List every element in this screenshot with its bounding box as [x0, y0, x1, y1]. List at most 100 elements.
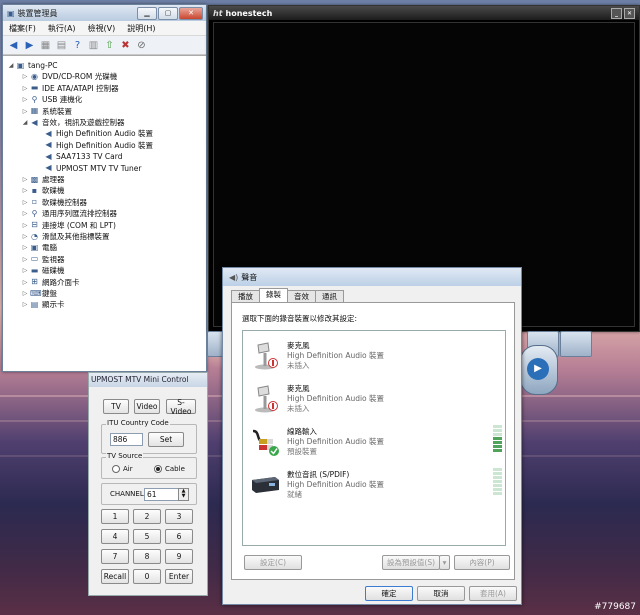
minimize-button[interactable]: ▁ — [137, 7, 157, 20]
set-default-button[interactable]: 設為預設值(S) — [382, 555, 440, 570]
recording-device-item[interactable]: 麥克風 High Definition Audio 裝置 未插入 — [249, 337, 499, 373]
key-7-button[interactable]: 7 — [101, 549, 129, 564]
sound-dialog-titlebar[interactable]: ◀) 聲音 — [223, 268, 521, 286]
key-4-button[interactable]: 4 — [101, 529, 129, 544]
tree-node[interactable]: ▷ ▣ 電腦 — [21, 242, 57, 253]
back-icon[interactable]: ◀ — [7, 39, 20, 52]
expand-arrow-icon[interactable]: ▷ — [21, 199, 29, 206]
uninstall-icon[interactable]: ✖ — [119, 39, 132, 52]
channel-input[interactable]: 61 — [144, 488, 180, 501]
key-5-button[interactable]: 5 — [133, 529, 161, 544]
show-hide-tree-icon[interactable]: ▦ — [39, 39, 52, 52]
tree-node[interactable]: ▷ ▫ 軟碟機控制器 — [21, 197, 87, 208]
key-6-button[interactable]: 6 — [165, 529, 193, 544]
ok-button[interactable]: 確定 — [365, 586, 413, 601]
disable-icon[interactable]: ⊘ — [135, 39, 148, 52]
tree-node[interactable]: ▷ ◔ 滑鼠及其他指標裝置 — [21, 231, 110, 242]
tree-node[interactable]: ◀ High Definition Audio 裝置 — [35, 128, 153, 139]
recording-device-item[interactable]: 麥克風 High Definition Audio 裝置 未插入 — [249, 380, 499, 416]
expand-arrow-icon[interactable]: ▷ — [21, 108, 29, 115]
tab-communications[interactable]: 通訊 — [315, 290, 344, 302]
key-8-button[interactable]: 8 — [133, 549, 161, 564]
expand-arrow-icon[interactable]: ▷ — [21, 210, 29, 217]
tree-node[interactable]: ▷ ▬ IDE ATA/ATAPI 控制器 — [21, 83, 119, 94]
maximize-button[interactable]: ▢ — [158, 7, 178, 20]
help-icon[interactable]: ? — [71, 39, 84, 52]
minimize-button[interactable]: _ — [611, 8, 622, 19]
tree-node[interactable]: ◀ High Definition Audio 裝置 — [35, 140, 153, 151]
recording-device-item[interactable]: 數位音訊 (S/PDIF) High Definition Audio 裝置 就緒 — [249, 466, 502, 502]
air-radio[interactable]: Air — [112, 465, 133, 473]
expand-arrow-icon[interactable]: ▷ — [21, 96, 29, 103]
video-button[interactable]: Video — [134, 399, 160, 414]
close-button[interactable]: ✕ — [179, 7, 203, 20]
tree-node[interactable]: ▷ ▭ 監視器 — [21, 254, 65, 265]
key-1-button[interactable]: 1 — [101, 509, 129, 524]
expand-arrow-icon[interactable]: ▷ — [21, 73, 29, 80]
expand-arrow-icon[interactable]: ◢ — [21, 119, 29, 126]
expand-arrow-icon[interactable]: ▷ — [21, 244, 29, 251]
expand-arrow-icon[interactable]: ▷ — [21, 187, 29, 194]
svideo-button[interactable]: S-Video — [166, 398, 196, 416]
menu-action[interactable]: 執行(A) — [48, 23, 76, 34]
set-button[interactable]: Set — [148, 432, 184, 447]
expand-arrow-icon[interactable]: ▷ — [21, 85, 29, 92]
tree-node[interactable]: ▷ ⚲ 通用序列匯流排控制器 — [21, 208, 117, 219]
itu-country-code-input[interactable]: 886 — [110, 433, 143, 446]
apply-button[interactable]: 套用(A) — [469, 586, 517, 601]
tab-recording[interactable]: 錄製 — [259, 288, 288, 302]
cancel-button[interactable]: 取消 — [417, 586, 465, 601]
device-manager-titlebar[interactable]: ▣ 裝置管理員 ▁ ▢ ✕ — [3, 5, 206, 21]
tree-node[interactable]: ◢ ▣ tang-PC — [7, 60, 58, 71]
key-2-button[interactable]: 2 — [133, 509, 161, 524]
tree-node[interactable]: ▷ ⊟ 連接埠 (COM 和 LPT) — [21, 220, 116, 231]
tab-playback[interactable]: 播放 — [231, 290, 260, 302]
set-default-dropdown[interactable]: ▾ — [439, 555, 450, 570]
tree-node[interactable]: ▷ ◉ DVD/CD-ROM 光碟機 — [21, 71, 118, 82]
expand-arrow-icon[interactable]: ◢ — [7, 62, 15, 69]
update-driver-icon[interactable]: ⇧ — [103, 39, 116, 52]
expand-arrow-icon[interactable]: ▷ — [21, 290, 29, 297]
menu-view[interactable]: 檢視(V) — [88, 23, 116, 34]
expand-arrow-icon[interactable]: ▷ — [21, 279, 29, 286]
recall-button[interactable]: Recall — [101, 569, 129, 584]
expand-arrow-icon[interactable]: ▷ — [21, 267, 29, 274]
tree-node[interactable]: ▷ ⚲ USB 連機化 — [21, 94, 83, 105]
expand-arrow-icon[interactable]: ▷ — [21, 233, 29, 240]
cable-radio[interactable]: Cable — [154, 465, 185, 473]
properties-button[interactable]: 內容(P) — [454, 555, 510, 570]
menu-file[interactable]: 檔案(F) — [9, 23, 36, 34]
expand-arrow-icon[interactable]: ▷ — [21, 222, 29, 229]
tree-node[interactable]: ▷ ▪ 軟碟機 — [21, 185, 65, 196]
tree-node[interactable]: ◀ SAA7133 TV Card — [35, 151, 122, 162]
expand-arrow-icon[interactable]: ▷ — [21, 256, 29, 263]
player-control-widget[interactable]: ▶ — [520, 345, 558, 395]
key-0-button[interactable]: 0 — [133, 569, 161, 584]
key-9-button[interactable]: 9 — [165, 549, 193, 564]
properties-icon[interactable]: ▤ — [55, 39, 68, 52]
menu-help[interactable]: 說明(H) — [127, 23, 155, 34]
view-icon[interactable]: ▥ — [87, 39, 100, 52]
configure-button[interactable]: 設定(C) — [244, 555, 302, 570]
tree-node[interactable]: ◢ ◀ 音效，視訊及遊戲控制器 — [21, 117, 125, 128]
recording-device-item[interactable]: 線路輸入 High Definition Audio 裝置 預設裝置 — [249, 423, 502, 459]
forward-icon[interactable]: ▶ — [23, 39, 36, 52]
expand-arrow-icon[interactable]: ▷ — [21, 176, 29, 183]
tv-button[interactable]: TV — [103, 399, 129, 414]
tree-node[interactable]: ▷ ⊞ 網路介面卡 — [21, 277, 80, 288]
tree-node[interactable]: ▷ ▩ 處理器 — [21, 174, 65, 185]
tree-node[interactable]: ▷ ▤ 顯示卡 — [21, 299, 65, 310]
honestech-titlebar[interactable]: ht honestech _ ✕ — [209, 6, 639, 20]
expand-arrow-icon[interactable]: ▷ — [21, 301, 29, 308]
key-3-button[interactable]: 3 — [165, 509, 193, 524]
close-button[interactable]: ✕ — [624, 8, 635, 19]
tree-node[interactable]: ▷ ▦ 系統裝置 — [21, 106, 72, 117]
mini-control-title[interactable]: UPMOST MTV Mini Control — [89, 373, 207, 387]
tree-node[interactable]: ▷ ⌨ 鍵盤 — [21, 288, 57, 299]
channel-spinner[interactable]: ▲ ▼ — [178, 488, 189, 501]
enter-button[interactable]: Enter — [165, 569, 193, 584]
tree-node[interactable]: ◀ UPMOST MTV TV Tuner — [35, 163, 141, 174]
tab-sounds[interactable]: 音效 — [287, 290, 316, 302]
tree-node[interactable]: ▷ ▬ 磁碟機 — [21, 265, 65, 276]
play-icon[interactable]: ▶ — [527, 358, 549, 380]
